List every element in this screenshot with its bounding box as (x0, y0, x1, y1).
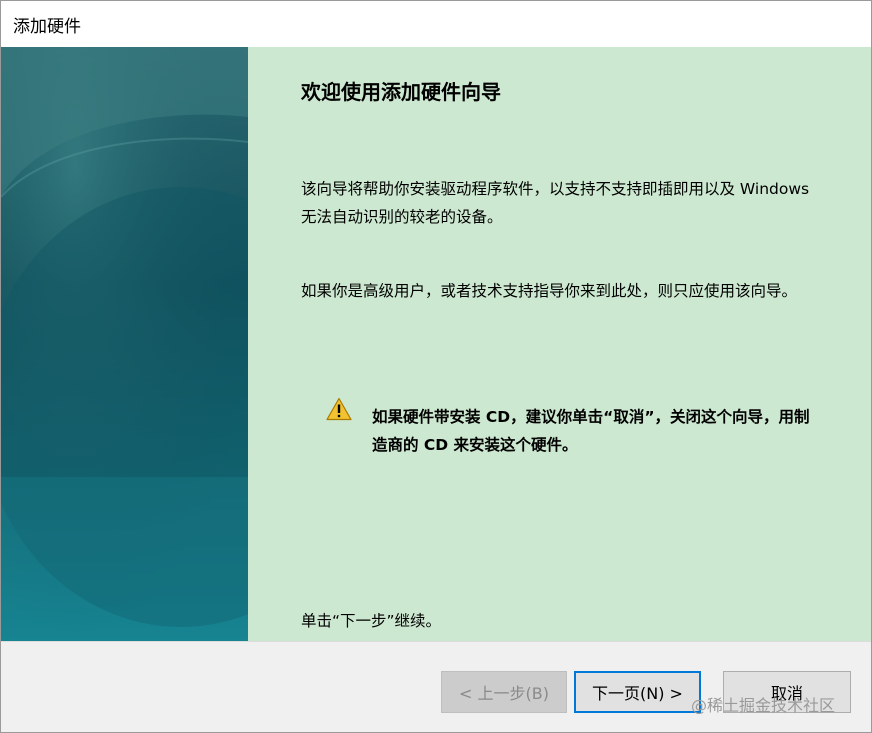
watermark-text: @稀土掘金技术社区 (691, 696, 836, 715)
wizard-side-banner (1, 47, 248, 641)
next-button[interactable]: 下一页(N) > (574, 671, 701, 713)
advanced-user-paragraph: 如果你是高级用户，或者技术支持指导你来到此处，则只应使用该向导。 (301, 282, 798, 300)
warning-text: 如果硬件带安装 CD，建议你单击“取消”，关闭这个向导，用制造商的 CD 来安装… (372, 408, 810, 454)
title-bar[interactable]: 添加硬件 (1, 1, 871, 47)
window-title: 添加硬件 (13, 17, 81, 37)
wizard-content: 欢迎使用添加硬件向导 该向导将帮助你安装驱动程序软件，以支持不支持即插即用以及 … (248, 47, 871, 641)
back-button[interactable]: < 上一步(B) (441, 671, 567, 713)
warning-icon (326, 397, 352, 421)
intro-paragraph: 该向导将帮助你安装驱动程序软件，以支持不支持即插即用以及 Windows 无法自… (301, 180, 810, 226)
continue-hint: 单击“下一步”继续。 (301, 612, 442, 630)
wizard-heading: 欢迎使用添加硬件向导 (301, 80, 501, 104)
banner-graphic (1, 47, 248, 641)
wizard-button-bar: < 上一步(B) 下一页(N) > 取消 @稀土掘金技术社区 (1, 641, 871, 732)
add-hardware-window: 添加硬件 欢迎使用添加硬件向导 该向导将帮助你安装驱动程序软件，以支持不支持即插… (0, 0, 872, 733)
